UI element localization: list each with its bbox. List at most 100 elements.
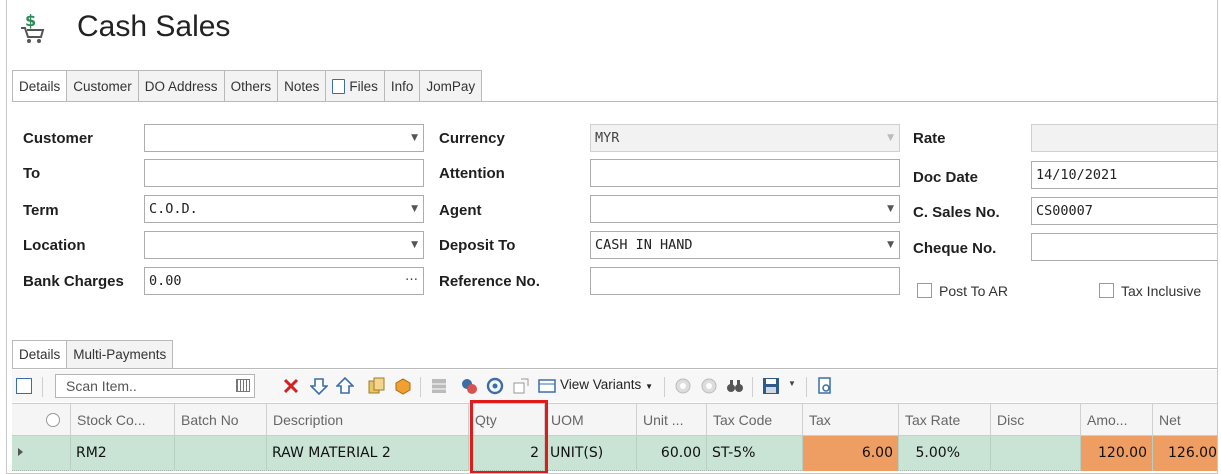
toolbar-separator: [752, 377, 753, 397]
disabled-action-icon[interactable]: [700, 377, 718, 395]
col-net[interactable]: Net: [1152, 404, 1217, 437]
doc-date-field[interactable]: 14/10/2021: [1031, 161, 1217, 189]
tab-others[interactable]: Others: [224, 70, 279, 102]
cheque-no-field[interactable]: [1031, 233, 1217, 261]
detail-tabs: Details Multi-Payments: [12, 340, 174, 369]
deposit-to-select[interactable]: CASH IN HAND ▼: [590, 231, 900, 259]
customer-label: Customer: [23, 130, 94, 147]
agent-label: Agent: [439, 202, 482, 219]
tab-jompay[interactable]: JomPay: [420, 70, 483, 102]
attention-field[interactable]: [590, 159, 900, 187]
bank-charges-field[interactable]: 0.00 …: [144, 267, 424, 295]
deposit-to-label: Deposit To: [439, 237, 516, 254]
col-tax-rate[interactable]: Tax Rate: [898, 404, 990, 437]
col-amount[interactable]: Amo...: [1080, 404, 1152, 437]
view-variants-label: View Variants: [560, 377, 642, 392]
tax-inclusive-checkbox[interactable]: [1099, 283, 1114, 298]
bank-charges-label: Bank Charges: [23, 273, 124, 290]
rate-field[interactable]: [1031, 124, 1217, 152]
chevron-down-icon[interactable]: ▼: [887, 125, 894, 151]
grid-toolbar: Scan Item.. View Variants ▼ ▼: [12, 370, 1217, 402]
disabled-action-icon[interactable]: [674, 377, 692, 395]
cell-stock-code[interactable]: RM2: [70, 436, 174, 471]
cell-unit-price[interactable]: 60.00: [636, 436, 706, 471]
cell-net[interactable]: 126.00: [1152, 436, 1217, 471]
barcode-icon[interactable]: [236, 379, 250, 392]
cell-tax[interactable]: 6.00: [802, 436, 898, 471]
c-sales-no-field[interactable]: CS00007: [1031, 197, 1217, 225]
tab-do-address[interactable]: DO Address: [138, 70, 225, 102]
cell-batch-no[interactable]: [174, 436, 266, 471]
currency-value: MYR: [595, 130, 620, 146]
col-unit-price[interactable]: Unit ...: [636, 404, 706, 437]
to-field[interactable]: [144, 159, 424, 187]
customer-select[interactable]: ▼: [144, 124, 424, 152]
col-uom[interactable]: UOM: [544, 404, 636, 437]
rate-label: Rate: [913, 130, 946, 147]
view-variants-icon[interactable]: [538, 377, 556, 395]
tabs-divider: [12, 101, 1217, 102]
tab-details[interactable]: Details: [12, 70, 68, 102]
attention-label: Attention: [439, 165, 505, 182]
col-batch-no[interactable]: Batch No: [174, 404, 266, 437]
move-up-icon[interactable]: [336, 377, 354, 395]
scan-item-input[interactable]: Scan Item..: [55, 374, 255, 398]
grid-icon[interactable]: [430, 377, 448, 395]
save-layout-icon[interactable]: [762, 377, 780, 395]
col-tax[interactable]: Tax: [802, 404, 898, 437]
col-stock-code[interactable]: Stock Co...: [70, 404, 174, 437]
chevron-down-icon[interactable]: ▼: [411, 196, 418, 222]
location-select[interactable]: ▼: [144, 231, 424, 259]
cell-tax-code[interactable]: ST-5%: [706, 436, 802, 471]
ellipsis-button[interactable]: …: [405, 264, 418, 290]
col-disc[interactable]: Disc: [990, 404, 1080, 437]
to-label: To: [23, 165, 41, 182]
tab-customer[interactable]: Customer: [67, 70, 139, 102]
post-to-ar-checkbox[interactable]: [917, 283, 932, 298]
new-row-icon[interactable]: [16, 378, 32, 394]
agent-select[interactable]: ▼: [590, 195, 900, 223]
toolbar-separator: [664, 377, 665, 397]
cell-tax-rate[interactable]: 5.00%: [898, 436, 990, 471]
reference-no-field[interactable]: [590, 267, 900, 295]
chevron-down-icon[interactable]: ▼: [788, 379, 796, 388]
currency-select[interactable]: MYR ▼: [590, 124, 900, 152]
delete-icon[interactable]: [282, 377, 300, 395]
chevron-down-icon[interactable]: ▼: [887, 196, 894, 222]
grid-header: Stock Co... Batch No Description Qty UOM…: [12, 403, 1217, 437]
tab-files[interactable]: Files: [326, 70, 385, 102]
tab-notes[interactable]: Notes: [278, 70, 327, 102]
chevron-down-icon[interactable]: ▼: [887, 232, 894, 258]
chevron-down-icon[interactable]: ▼: [411, 125, 418, 151]
tab-details-lower[interactable]: Details: [12, 340, 68, 369]
stock-lookup-icon[interactable]: [460, 377, 478, 395]
cell-disc[interactable]: [990, 436, 1080, 471]
copy-icon[interactable]: [368, 377, 386, 395]
tax-inclusive-label: Tax Inclusive: [1121, 283, 1202, 299]
term-select[interactable]: C.O.D. ▼: [144, 195, 424, 223]
binoculars-icon[interactable]: [726, 377, 744, 395]
table-row[interactable]: RM2 RAW MATERIAL 2 2 UNIT(S) 60.00 ST-5%…: [12, 436, 1217, 471]
cell-description[interactable]: RAW MATERIAL 2: [266, 436, 468, 471]
tab-multi-payments[interactable]: Multi-Payments: [67, 340, 174, 369]
bank-charges-value: 0.00: [149, 273, 182, 289]
svg-text:$: $: [25, 12, 36, 30]
files-icon: [332, 78, 346, 94]
title-bar: $ Cash Sales: [7, 0, 1217, 62]
col-tax-code[interactable]: Tax Code: [706, 404, 802, 437]
preview-icon[interactable]: [816, 377, 834, 395]
view-variants-button[interactable]: View Variants ▼: [560, 377, 653, 392]
tab-info[interactable]: Info: [384, 70, 421, 102]
external-link-icon[interactable]: [512, 377, 530, 395]
move-down-icon[interactable]: [310, 377, 328, 395]
cell-uom[interactable]: UNIT(S): [544, 436, 636, 471]
lower-tabs-divider: [12, 368, 1217, 369]
reference-no-label: Reference No.: [439, 273, 540, 290]
chevron-down-icon[interactable]: ▼: [411, 232, 418, 258]
package-icon[interactable]: [394, 377, 412, 395]
tab-files-label: Files: [349, 78, 378, 94]
refresh-icon[interactable]: [486, 377, 504, 395]
toolbar-separator: [806, 377, 807, 397]
col-description[interactable]: Description: [266, 404, 468, 437]
cell-amount[interactable]: 120.00: [1080, 436, 1152, 471]
